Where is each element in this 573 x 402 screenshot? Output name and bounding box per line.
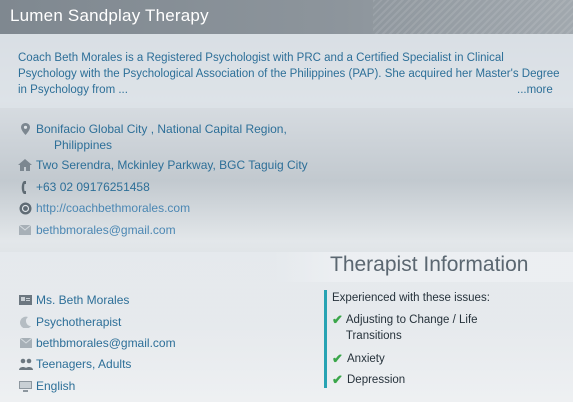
web-icon <box>18 201 32 215</box>
check-icon: ✔ <box>332 351 343 366</box>
contact-email: bethbmorales@gmail.com <box>18 222 176 238</box>
phone-icon <box>18 180 32 194</box>
issues-heading: Experienced with these issues: <box>332 292 490 304</box>
contact-phone: +63 02 09176251458 <box>18 179 150 195</box>
email-icon <box>18 336 33 350</box>
more-link[interactable]: ...more <box>517 84 553 96</box>
therapist-email-row: bethbmorales@gmail.com <box>18 336 176 350</box>
check-icon: ✔ <box>332 372 343 387</box>
issue-item: ✔ Depression <box>332 372 405 388</box>
map-pin-icon <box>18 122 32 136</box>
website-link[interactable]: http://coachbethmorales.com <box>36 200 190 216</box>
contact-address: Two Serendra, Mckinley Parkway, BGC Tagu… <box>18 157 308 173</box>
contact-website: http://coachbethmorales.com <box>18 200 190 216</box>
id-card-icon <box>18 293 33 307</box>
issue-item: ✔ Anxiety <box>332 351 385 367</box>
therapist-name: Ms. Beth Morales <box>36 293 130 307</box>
page-title: Lumen Sandplay Therapy <box>10 6 209 25</box>
check-icon: ✔ <box>332 312 343 327</box>
bio-text: Coach Beth Morales is a Registered Psych… <box>18 52 560 96</box>
therapist-profession-row: Psychotherapist <box>18 315 121 329</box>
therapist-language: English <box>36 379 76 393</box>
header-stripes <box>373 0 573 34</box>
moon-icon <box>18 315 33 329</box>
therapist-name-row: Ms. Beth Morales <box>18 293 129 307</box>
address-text: Two Serendra, Mckinley Parkway, BGC Tagu… <box>36 158 308 172</box>
therapist-age-row: Teenagers, Adults <box>18 357 131 371</box>
region-line-2: Philippines <box>54 138 113 152</box>
people-icon <box>18 357 33 371</box>
region-line-1: Bonifacio Global City , National Capital… <box>36 122 287 136</box>
therapist-email[interactable]: bethbmorales@gmail.com <box>36 336 176 350</box>
issue-label: Adjusting to Change / Life Transitions <box>345 314 478 342</box>
therapist-profession: Psychotherapist <box>36 315 122 329</box>
section-title: Therapist Information <box>330 253 529 276</box>
home-icon <box>18 158 32 172</box>
issues-box: Experienced with these issues: ✔ Adjusti… <box>324 290 524 388</box>
monitor-icon <box>18 379 33 393</box>
email-icon <box>18 223 32 237</box>
therapist-language-row: English <box>18 379 75 393</box>
contact-region: Bonifacio Global City , National Capital… <box>18 121 287 153</box>
issue-label: Depression <box>347 374 406 386</box>
issue-label: Anxiety <box>347 353 385 365</box>
email-link[interactable]: bethbmorales@gmail.com <box>36 222 176 238</box>
header-bar: Lumen Sandplay Therapy <box>0 0 573 34</box>
issue-item: ✔ Adjusting to Change / Life Transitions <box>332 312 522 344</box>
phone-text: +63 02 09176251458 <box>36 180 150 194</box>
therapist-age-groups: Teenagers, Adults <box>36 357 132 371</box>
